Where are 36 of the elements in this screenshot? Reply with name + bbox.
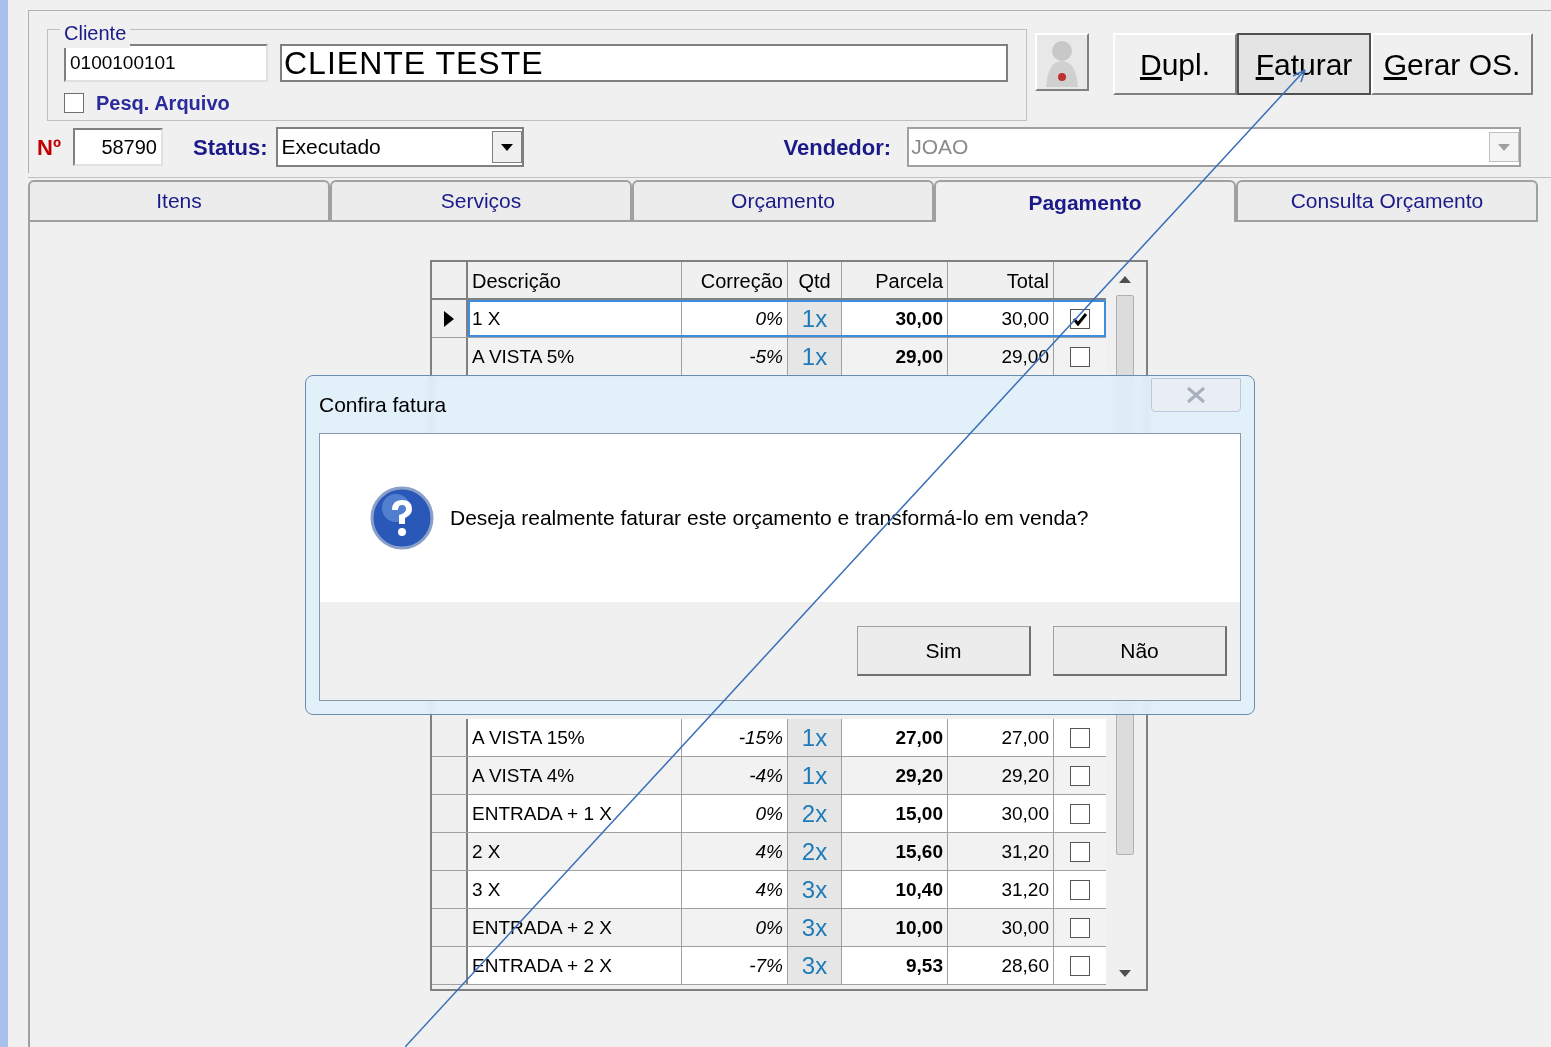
table-cell: 15,00 (842, 795, 948, 832)
table-cell: 9,53 (842, 947, 948, 984)
table-cell: 15,60 (842, 833, 948, 870)
table-cell: 1x (788, 338, 842, 375)
table-cell: 10,00 (842, 909, 948, 946)
status-label: Status: (193, 133, 268, 162)
dialog-title: Confira fatura (319, 391, 448, 418)
table-cell: 2 X (468, 833, 682, 870)
table-cell: 30,00 (948, 300, 1054, 337)
table-cell: 29,20 (948, 757, 1054, 794)
table-cell: 3x (788, 947, 842, 984)
table-cell: 2x (788, 833, 842, 870)
table-cell: 27,00 (842, 719, 948, 756)
table-cell: 3x (788, 909, 842, 946)
table-cell: A VISTA 4% (468, 757, 682, 794)
table-cell: 1x (788, 300, 842, 337)
table-cell: A VISTA 15% (468, 719, 682, 756)
number-label: Nº (37, 133, 62, 162)
table-cell: 1 X (468, 300, 682, 337)
table-cell: 30,00 (842, 300, 948, 337)
table-cell: ENTRADA + 1 X (468, 795, 682, 832)
table-cell: 30,00 (948, 909, 1054, 946)
table-cell: 31,20 (948, 871, 1054, 908)
table-cell: 10,40 (842, 871, 948, 908)
search-file-label: Pesq. Arquivo (96, 91, 230, 116)
table-cell: 31,20 (948, 833, 1054, 870)
seller-label: Vendedor: (783, 133, 892, 162)
table-cell: 1x (788, 719, 842, 756)
table-cell: 3 X (468, 871, 682, 908)
table-cell: 3x (788, 871, 842, 908)
table-cell: 30,00 (948, 795, 1054, 832)
table-cell: 29,20 (842, 757, 948, 794)
table-cell: 28,60 (948, 947, 1054, 984)
table-cell: 2x (788, 795, 842, 832)
table-cell: 27,00 (948, 719, 1054, 756)
table-cell: 1x (788, 757, 842, 794)
